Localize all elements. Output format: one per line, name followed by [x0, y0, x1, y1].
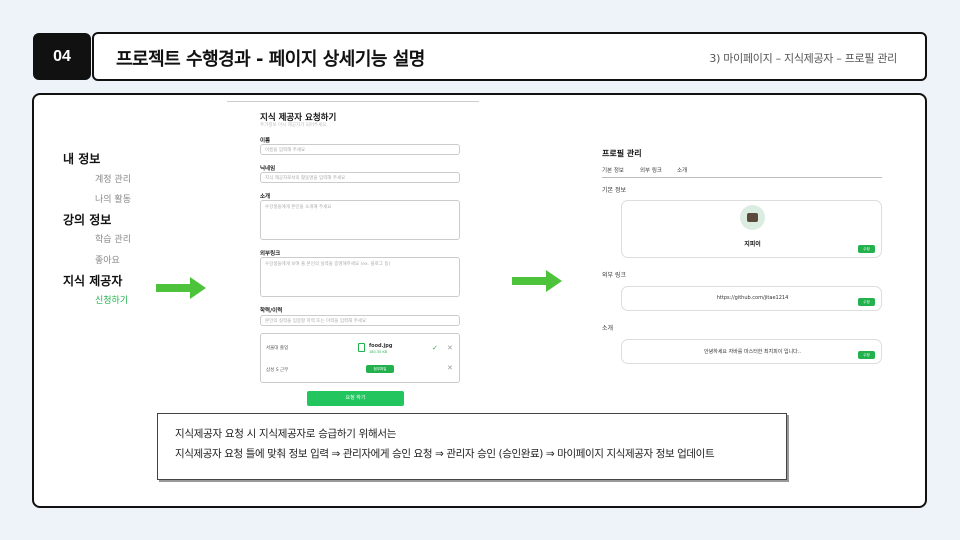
basic-info-card: 지피이 수정 — [621, 200, 882, 258]
basic-info-section-label: 기본 정보 — [602, 187, 626, 194]
nav-heading-my-info: 내 정보 — [63, 152, 101, 166]
note-line-1: 지식제공자 요청 시 지식제공자로 승급하기 위해서는 — [175, 428, 397, 440]
career-field[interactable]: 본인의 실력을 입증할 학력 또는 이력을 입력해 주세요 — [260, 315, 460, 326]
avatar — [740, 205, 765, 230]
edit-basic-info-button[interactable]: 수정 — [858, 245, 875, 253]
remove-icon[interactable]: ✕ — [447, 344, 453, 352]
file-name: food.jpg — [369, 343, 393, 349]
divider — [227, 101, 479, 102]
nav-item-apply[interactable]: 신청하기 — [95, 293, 128, 306]
tab-basic-info[interactable]: 기본 정보 — [602, 166, 624, 174]
profile-link-url[interactable]: https://github.com/jitae1214 — [622, 295, 883, 301]
intro-section-label: 소개 — [602, 325, 614, 332]
process-note: 지식제공자 요청 시 지식제공자로 승급하기 위해서는 지식제공자 요청 틀에 … — [157, 413, 787, 480]
intro-card: 안녕하세요 자바를 마스터한 최지피이 입니다.. 수정 — [621, 339, 882, 364]
file-size: 180.30 KB — [369, 350, 388, 354]
nickname-field[interactable]: 지식 제공자로서의 활동명을 입력해 주세요 — [260, 172, 460, 183]
page-title: 프로젝트 수행경과 - 페이지 상세기능 설명 — [116, 49, 425, 70]
file-row-label: 삼성 S 근무 — [266, 368, 289, 373]
intro-label: 소개 — [260, 194, 271, 200]
nav-item-account[interactable]: 계정 관리 — [95, 172, 131, 185]
right-arrow-icon — [156, 277, 206, 299]
link-section-label: 외부 링크 — [602, 272, 626, 279]
profile-title: 프로필 관리 — [602, 149, 642, 158]
document-icon — [358, 343, 365, 352]
intro-textarea[interactable]: 수강생들에게 본인을 소개해 주세요 — [260, 200, 460, 240]
nav-item-likes[interactable]: 좋아요 — [95, 253, 120, 266]
file-list: 서울대 졸업 food.jpg 180.30 KB ✓ ✕ 삼성 S 근무 첨부… — [260, 333, 460, 383]
tab-divider — [602, 177, 882, 178]
submit-request-button[interactable]: 요청 하기 — [307, 391, 404, 406]
career-label: 학력/이력 — [260, 308, 283, 314]
form-subtitle: 추가정보 이시 제공자가 되어주세요 — [260, 123, 327, 128]
name-label: 이름 — [260, 138, 271, 144]
title-bar: 프로젝트 수행경과 - 페이지 상세기능 설명 3) 마이페이지 – 지식제공자… — [92, 32, 927, 81]
nav-item-learning[interactable]: 학습 관리 — [95, 232, 131, 245]
link-card: https://github.com/jitae1214 수정 — [621, 286, 882, 311]
link-textarea[interactable]: 수강생들에게 보여 줄 본인의 실력을 증명해주세요 (ex. 블로그 등) — [260, 257, 460, 297]
edit-link-button[interactable]: 수정 — [858, 298, 875, 306]
edit-intro-button[interactable]: 수정 — [858, 351, 875, 359]
tab-external-link[interactable]: 외부 링크 — [640, 166, 662, 174]
file-row-label: 서울대 졸업 — [266, 346, 289, 351]
right-arrow-icon — [512, 270, 562, 292]
nickname-label: 닉네임 — [260, 166, 276, 172]
nav-item-activity[interactable]: 나의 활동 — [95, 192, 131, 205]
profile-name: 지피이 — [744, 241, 761, 248]
remove-icon[interactable]: ✕ — [447, 364, 453, 372]
nav-heading-provider: 지식 제공자 — [63, 274, 123, 288]
link-label: 외부링크 — [260, 251, 281, 257]
check-icon: ✓ — [432, 344, 438, 352]
content-panel: 내 정보 계정 관리 나의 활동 강의 정보 학습 관리 좋아요 지식 제공자 … — [32, 93, 927, 508]
profile-intro-text: 안녕하세요 자바를 마스터한 최지피이 입니다.. — [704, 349, 801, 355]
section-number: 04 — [33, 33, 91, 80]
name-field[interactable]: 이름을 입력해 주세요 — [260, 144, 460, 155]
page-subtitle: 3) 마이페이지 – 지식제공자 – 프로필 관리 — [709, 52, 897, 65]
tab-intro[interactable]: 소개 — [677, 166, 687, 174]
nav-heading-course-info: 강의 정보 — [63, 213, 112, 227]
note-line-2: 지식제공자 요청 틀에 맞춰 정보 입력 ⇒ 관리자에게 승인 요청 ⇒ 관리자… — [175, 448, 715, 460]
attach-file-button[interactable]: 첨부파일 — [366, 365, 394, 373]
